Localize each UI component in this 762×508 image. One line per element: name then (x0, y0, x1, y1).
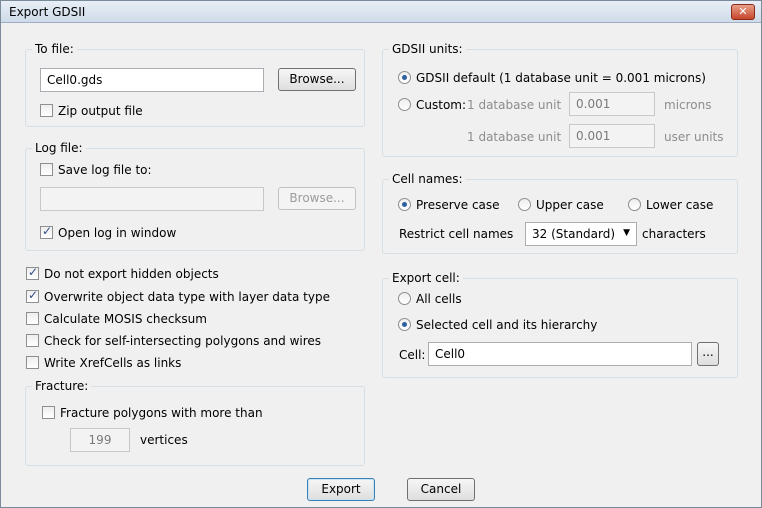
open-log-label: Open log in window (58, 226, 177, 240)
mosis-checksum-label: Calculate MOSIS checksum (44, 312, 207, 326)
units-custom-radio[interactable] (398, 98, 411, 111)
overwrite-datatype-label: Overwrite object data type with layer da… (44, 290, 330, 304)
self-intersect-checkbox[interactable] (26, 334, 39, 347)
export-button[interactable]: Export (307, 478, 375, 501)
all-cells-label: All cells (416, 292, 462, 306)
cancel-button[interactable]: Cancel (407, 478, 475, 501)
log-file-label: Log file: (32, 141, 86, 155)
save-log-checkbox[interactable] (40, 163, 53, 176)
close-icon: ✕ (738, 5, 748, 18)
save-log-label: Save log file to: (58, 163, 152, 177)
selected-cell-radio[interactable] (398, 318, 411, 331)
xrefcells-label: Write XrefCells as links (44, 356, 182, 370)
restrict-length-value: 32 (Standard) (532, 227, 616, 241)
hidden-objects-checkbox[interactable] (26, 265, 39, 280)
units-default-radio[interactable] (398, 71, 411, 84)
upper-case-label: Upper case (536, 198, 604, 212)
cell-picker-button[interactable]: ... (697, 342, 719, 366)
hidden-objects-label: Do not export hidden objects (44, 267, 219, 281)
mosis-checksum-checkbox[interactable] (26, 312, 39, 325)
xrefcells-checkbox[interactable] (26, 356, 39, 369)
title-bar: Export GDSII ✕ (1, 1, 761, 23)
restrict-cell-names-label: Restrict cell names (399, 227, 514, 241)
to-file-label: To file: (32, 42, 77, 56)
units-row2-prefix: 1 database unit (467, 130, 562, 144)
log-browse-button[interactable]: Browse... (278, 187, 356, 210)
lower-case-radio[interactable] (628, 198, 641, 211)
lower-case-label: Lower case (646, 198, 714, 212)
units-default-label: GDSII default (1 database unit = 0.001 m… (416, 71, 706, 85)
export-cell-group: Export cell: All cells Selected cell and… (382, 271, 738, 378)
vertices-label: vertices (140, 433, 188, 447)
close-button[interactable]: ✕ (731, 4, 755, 20)
zip-output-label: Zip output file (58, 104, 143, 118)
to-file-group: To file: Cell0.gds Browse... Zip output … (25, 42, 365, 127)
export-cell-label: Export cell: (389, 271, 463, 285)
all-cells-radio[interactable] (398, 292, 411, 305)
cell-names-label: Cell names: (389, 172, 466, 186)
fracture-label: Fracture: (32, 379, 92, 393)
units-row2-suffix: user units (664, 130, 724, 144)
window-title: Export GDSII (9, 5, 86, 19)
log-path-input[interactable] (40, 187, 264, 211)
user-units-input[interactable]: 0.001 (569, 124, 655, 148)
self-intersect-label: Check for self-intersecting polygons and… (44, 334, 322, 348)
cell-field-label: Cell: (399, 348, 426, 362)
chevron-down-icon: ▼ (623, 228, 630, 238)
selected-cell-label: Selected cell and its hierarchy (416, 318, 598, 332)
fracture-group: Fracture: Fracture polygons with more th… (25, 379, 365, 466)
preserve-case-radio[interactable] (398, 198, 411, 211)
zip-output-checkbox[interactable] (40, 104, 53, 117)
open-log-checkbox[interactable] (40, 224, 53, 239)
units-custom-label: Custom: (416, 98, 467, 112)
fracture-polygons-label: Fracture polygons with more than (60, 406, 263, 420)
cell-names-group: Cell names: Preserve case Upper case Low… (382, 172, 738, 254)
log-file-group: Log file: Save log file to: Browse... Op… (25, 141, 365, 251)
preserve-case-label: Preserve case (416, 198, 500, 212)
restrict-length-dropdown[interactable]: 32 (Standard) ▼ (525, 222, 637, 246)
export-gdsii-dialog: Export GDSII ✕ To file: Cell0.gds Browse… (0, 0, 762, 508)
cell-name-input[interactable]: Cell0 (428, 342, 692, 366)
output-filename-input[interactable]: Cell0.gds (40, 68, 264, 92)
characters-label: characters (642, 227, 706, 241)
fracture-checkbox[interactable] (42, 406, 55, 419)
to-file-browse-button[interactable]: Browse... (278, 68, 356, 91)
gdsii-units-label: GDSII units: (389, 42, 466, 56)
units-row1-suffix: microns (664, 98, 712, 112)
fracture-vertices-input[interactable]: 199 (70, 428, 130, 452)
upper-case-radio[interactable] (518, 198, 531, 211)
microns-input[interactable]: 0.001 (569, 92, 655, 116)
gdsii-units-group: GDSII units: GDSII default (1 database u… (382, 42, 738, 157)
overwrite-datatype-checkbox[interactable] (26, 288, 39, 303)
units-row1-prefix: 1 database unit (467, 98, 562, 112)
